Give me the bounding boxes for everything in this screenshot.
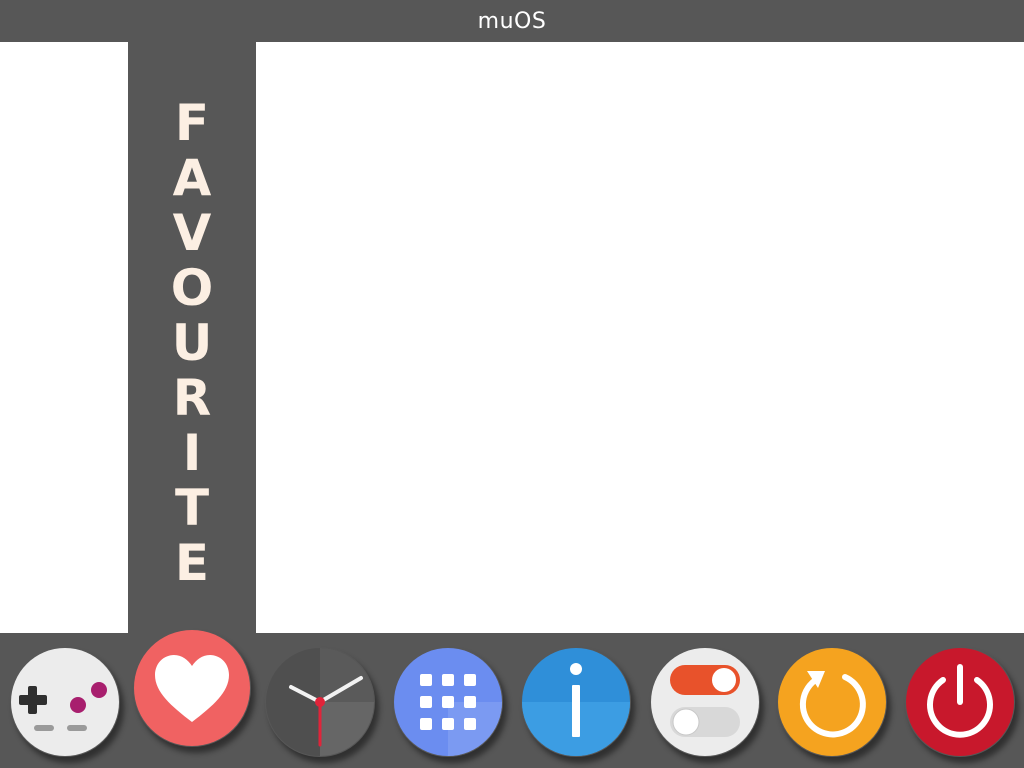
label-letter: I — [182, 424, 202, 482]
refresh-icon — [778, 648, 886, 756]
app-title: muOS — [477, 8, 547, 34]
clock-button[interactable] — [265, 647, 375, 757]
label-letter: F — [174, 94, 210, 152]
favourite-panel: F A V O U R I T E — [128, 42, 256, 633]
label-letter: T — [174, 479, 210, 537]
label-letter: A — [172, 149, 212, 207]
reboot-button[interactable] — [777, 647, 887, 757]
label-letter: U — [171, 314, 213, 372]
shutdown-button[interactable] — [905, 647, 1015, 757]
label-letter: E — [174, 534, 210, 592]
config-button[interactable] — [650, 647, 760, 757]
power-icon — [906, 648, 1014, 756]
label-letter: O — [170, 259, 214, 317]
apps-button[interactable] — [393, 647, 503, 757]
clock-icon — [266, 648, 374, 756]
top-bar: muOS — [0, 0, 1024, 42]
favourite-button[interactable] — [133, 629, 251, 747]
bottom-dock — [0, 630, 1024, 768]
info-button[interactable] — [521, 647, 631, 757]
label-letter: R — [172, 369, 212, 427]
favourite-label: F A V O U R I T E — [128, 96, 256, 591]
toggle-icon — [651, 648, 759, 756]
app-grid-icon — [394, 648, 502, 756]
heart-icon — [134, 630, 250, 746]
explore-button[interactable] — [10, 647, 120, 757]
label-letter: V — [172, 204, 212, 262]
gamepad-icon — [11, 648, 119, 756]
info-icon — [522, 648, 630, 756]
